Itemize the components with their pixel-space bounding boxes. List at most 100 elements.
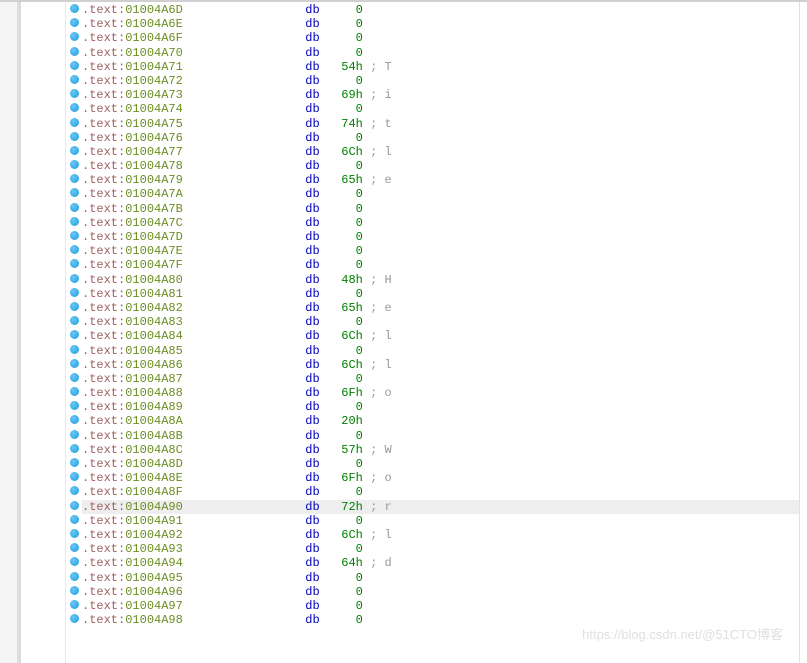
- breakpoint-dot[interactable]: [70, 32, 79, 41]
- disasm-line[interactable]: .text:01004A75 db 74h ; t: [82, 117, 799, 131]
- disasm-line[interactable]: .text:01004A94 db 64h ; d: [82, 556, 799, 570]
- disasm-line[interactable]: .text:01004A8B db 0: [82, 429, 799, 443]
- disasm-line[interactable]: .text:01004A8C db 57h ; W: [82, 443, 799, 457]
- operand-value: 57h: [320, 443, 363, 457]
- disasm-line[interactable]: .text:01004A84 db 6Ch ; l: [82, 329, 799, 343]
- breakpoint-dot[interactable]: [70, 373, 79, 382]
- disasm-line[interactable]: .text:01004A79 db 65h ; e: [82, 173, 799, 187]
- disasm-line[interactable]: .text:01004A7B db 0: [82, 202, 799, 216]
- disasm-line[interactable]: .text:01004A74 db 0: [82, 102, 799, 116]
- breakpoint-dot[interactable]: [70, 401, 79, 410]
- breakpoint-dot[interactable]: [70, 557, 79, 566]
- operand-value: 54h: [320, 60, 363, 74]
- disasm-line[interactable]: .text:01004A8D db 0: [82, 457, 799, 471]
- disasm-line[interactable]: .text:01004A8A db 20h: [82, 414, 799, 428]
- disasm-line[interactable]: .text:01004A80 db 48h ; H: [82, 273, 799, 287]
- breakpoint-dot[interactable]: [70, 245, 79, 254]
- disasm-line[interactable]: .text:01004A77 db 6Ch ; l: [82, 145, 799, 159]
- breakpoint-dot[interactable]: [70, 146, 79, 155]
- breakpoint-dot[interactable]: [70, 61, 79, 70]
- disassembly-view[interactable]: .text:01004A6D db 0.text:01004A6E db 0.t…: [82, 2, 799, 663]
- breakpoint-dot[interactable]: [70, 231, 79, 240]
- segment-address: .text:01004A84: [82, 329, 183, 343]
- breakpoint-dot[interactable]: [70, 543, 79, 552]
- disasm-line[interactable]: .text:01004A76 db 0: [82, 131, 799, 145]
- breakpoint-dot[interactable]: [70, 444, 79, 453]
- mnemonic: db: [305, 556, 319, 570]
- breakpoint-dot[interactable]: [70, 486, 79, 495]
- disasm-line[interactable]: .text:01004A92 db 6Ch ; l: [82, 528, 799, 542]
- disasm-line[interactable]: .text:01004A83 db 0: [82, 315, 799, 329]
- breakpoint-dot[interactable]: [70, 160, 79, 169]
- breakpoint-dot[interactable]: [70, 387, 79, 396]
- breakpoint-dot[interactable]: [70, 415, 79, 424]
- breakpoint-gutter[interactable]: [66, 2, 82, 663]
- breakpoint-dot[interactable]: [70, 217, 79, 226]
- disasm-line[interactable]: .text:01004A88 db 6Fh ; o: [82, 386, 799, 400]
- disasm-line[interactable]: .text:01004A8F db 0: [82, 485, 799, 499]
- breakpoint-dot[interactable]: [70, 501, 79, 510]
- disasm-line[interactable]: .text:01004A7F db 0: [82, 258, 799, 272]
- disasm-line[interactable]: .text:01004A6F db 0: [82, 31, 799, 45]
- breakpoint-dot[interactable]: [70, 430, 79, 439]
- disasm-line[interactable]: .text:01004A7E db 0: [82, 244, 799, 258]
- breakpoint-dot[interactable]: [70, 203, 79, 212]
- disasm-line[interactable]: .text:01004A71 db 54h ; T: [82, 60, 799, 74]
- breakpoint-dot[interactable]: [70, 316, 79, 325]
- mnemonic: db: [305, 3, 319, 17]
- breakpoint-dot[interactable]: [70, 330, 79, 339]
- disasm-line[interactable]: .text:01004A89 db 0: [82, 400, 799, 414]
- disasm-line[interactable]: .text:01004A7D db 0: [82, 230, 799, 244]
- breakpoint-dot[interactable]: [70, 572, 79, 581]
- disasm-line[interactable]: .text:01004A7A db 0: [82, 187, 799, 201]
- breakpoint-dot[interactable]: [70, 302, 79, 311]
- disasm-line[interactable]: .text:01004A85 db 0: [82, 344, 799, 358]
- disasm-line[interactable]: .text:01004A7C db 0: [82, 216, 799, 230]
- disasm-line[interactable]: .text:01004A86 db 6Ch ; l: [82, 358, 799, 372]
- breakpoint-dot[interactable]: [70, 89, 79, 98]
- breakpoint-dot[interactable]: [70, 18, 79, 27]
- breakpoint-dot[interactable]: [70, 132, 79, 141]
- disasm-line[interactable]: .text:01004A82 db 65h ; e: [82, 301, 799, 315]
- mnemonic: db: [305, 202, 319, 216]
- breakpoint-dot[interactable]: [70, 274, 79, 283]
- mnemonic: db: [305, 358, 319, 372]
- breakpoint-dot[interactable]: [70, 174, 79, 183]
- disasm-line[interactable]: .text:01004A78 db 0: [82, 159, 799, 173]
- disasm-line[interactable]: .text:01004A90 db 72h ; r: [82, 500, 799, 514]
- breakpoint-dot[interactable]: [70, 586, 79, 595]
- breakpoint-dot[interactable]: [70, 515, 79, 524]
- disasm-line[interactable]: .text:01004A72 db 0: [82, 74, 799, 88]
- segment-address: .text:01004A79: [82, 173, 183, 187]
- breakpoint-dot[interactable]: [70, 47, 79, 56]
- breakpoint-dot[interactable]: [70, 529, 79, 538]
- breakpoint-dot[interactable]: [70, 118, 79, 127]
- disasm-line[interactable]: .text:01004A70 db 0: [82, 46, 799, 60]
- disasm-line[interactable]: .text:01004A98 db 0: [82, 613, 799, 627]
- disasm-line[interactable]: .text:01004A8E db 6Fh ; o: [82, 471, 799, 485]
- disasm-line[interactable]: .text:01004A93 db 0: [82, 542, 799, 556]
- breakpoint-dot[interactable]: [70, 600, 79, 609]
- breakpoint-dot[interactable]: [70, 75, 79, 84]
- breakpoint-dot[interactable]: [70, 288, 79, 297]
- operand-value: 0: [320, 599, 363, 613]
- disasm-line[interactable]: .text:01004A6D db 0: [82, 3, 799, 17]
- breakpoint-dot[interactable]: [70, 614, 79, 623]
- breakpoint-dot[interactable]: [70, 472, 79, 481]
- left-scrollbar[interactable]: [0, 2, 18, 663]
- disasm-line[interactable]: .text:01004A87 db 0: [82, 372, 799, 386]
- breakpoint-dot[interactable]: [70, 359, 79, 368]
- disasm-line[interactable]: .text:01004A81 db 0: [82, 287, 799, 301]
- disasm-line[interactable]: .text:01004A96 db 0: [82, 585, 799, 599]
- disasm-line[interactable]: .text:01004A97 db 0: [82, 599, 799, 613]
- breakpoint-dot[interactable]: [70, 188, 79, 197]
- breakpoint-dot[interactable]: [70, 103, 79, 112]
- disasm-line[interactable]: .text:01004A73 db 69h ; i: [82, 88, 799, 102]
- disasm-line[interactable]: .text:01004A91 db 0: [82, 514, 799, 528]
- breakpoint-dot[interactable]: [70, 458, 79, 467]
- breakpoint-dot[interactable]: [70, 4, 79, 13]
- breakpoint-dot[interactable]: [70, 345, 79, 354]
- disasm-line[interactable]: .text:01004A6E db 0: [82, 17, 799, 31]
- disasm-line[interactable]: .text:01004A95 db 0: [82, 571, 799, 585]
- breakpoint-dot[interactable]: [70, 259, 79, 268]
